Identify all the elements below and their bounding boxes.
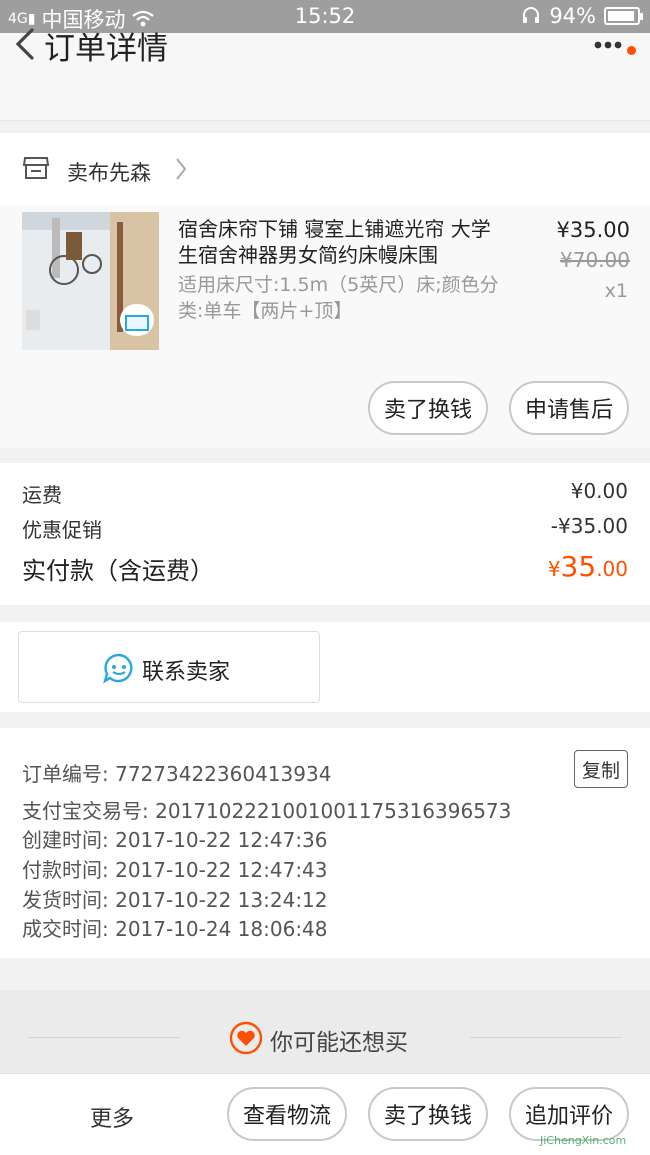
- watermark: JiChengXin.com: [540, 1134, 627, 1147]
- status-right: 94%: [521, 4, 643, 28]
- headset-icon: [523, 7, 540, 23]
- resell-button[interactable]: 卖了换钱: [368, 381, 488, 435]
- contact-seller-label: 联系卖家: [142, 660, 231, 685]
- total-decimal: .00: [596, 557, 628, 581]
- more-icon[interactable]: [590, 30, 630, 60]
- copy-button[interactable]: 复制: [574, 750, 628, 788]
- shipping-value: ¥0.00: [570, 479, 628, 503]
- product-price: ¥35.00: [556, 218, 630, 242]
- notification-dot: [627, 46, 636, 55]
- paid-time: 付款时间: 2017-10-22 12:47:43: [22, 858, 328, 882]
- total-currency: ¥: [547, 557, 561, 581]
- product-thumbnail[interactable]: [22, 212, 159, 350]
- product-title[interactable]: 宿舍床帘下铺 寝室上铺遮光帘 大学生宿舍神器男女简约床幔床围: [178, 216, 508, 268]
- logistics-button[interactable]: 查看物流: [227, 1087, 347, 1141]
- recommend-label: 你可能还想买: [270, 1030, 408, 1056]
- total-integer: 35: [560, 550, 597, 583]
- created-time: 创建时间: 2017-10-22 12:47:36: [22, 828, 328, 852]
- more-button[interactable]: 更多: [90, 1101, 134, 1133]
- contact-seller-button[interactable]: 联系卖家: [18, 631, 320, 703]
- chat-icon: [103, 653, 133, 684]
- discount-label: 优惠促销: [22, 518, 102, 542]
- product-image: [22, 212, 159, 350]
- back-icon[interactable]: [8, 22, 44, 66]
- bottom-resell-button[interactable]: 卖了换钱: [368, 1087, 488, 1141]
- page-title: 订单详情: [44, 31, 168, 67]
- divider-left: [28, 1037, 180, 1038]
- discount-value: -¥35.00: [550, 514, 628, 538]
- order-number: 订单编号: 77273422360413934: [22, 762, 332, 786]
- total-value: ¥35.00: [548, 550, 628, 583]
- add-review-button[interactable]: 追加评价: [509, 1087, 629, 1141]
- alipay-number: 支付宝交易号: 2017102221001001175316396573: [22, 799, 512, 823]
- battery-icon: [604, 7, 643, 25]
- battery-percent: 94%: [549, 4, 596, 28]
- total-label: 实付款（含运费）: [22, 557, 214, 585]
- completed-time: 成交时间: 2017-10-24 18:06:48: [22, 917, 328, 941]
- product-quantity: x1: [604, 280, 628, 302]
- shipped-time: 发货时间: 2017-10-22 13:24:12: [22, 888, 328, 912]
- after-sale-button[interactable]: 申请售后: [509, 381, 629, 435]
- shop-icon: [22, 157, 50, 179]
- shop-name[interactable]: 卖布先森: [67, 157, 151, 187]
- heart-icon: [229, 1021, 263, 1055]
- product-sku: 适用床尺寸:1.5m（5英尺）床;颜色分类:单车【两片+顶】: [178, 274, 499, 322]
- shipping-label: 运费: [22, 483, 62, 507]
- product-original-price: ¥70.00: [560, 248, 630, 272]
- chevron-right-icon: [176, 158, 187, 180]
- divider-right: [470, 1037, 622, 1038]
